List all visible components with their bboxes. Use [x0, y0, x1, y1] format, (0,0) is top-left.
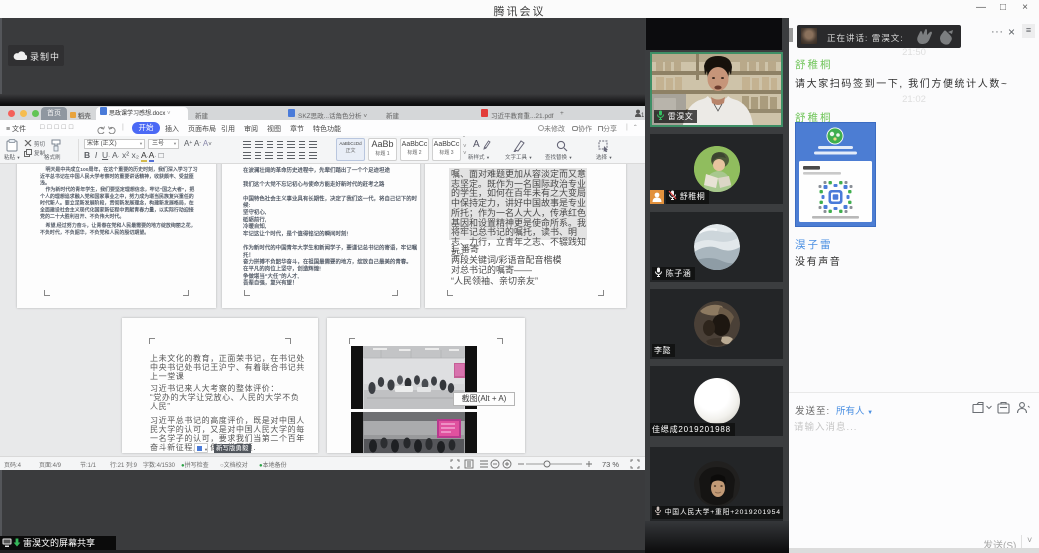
svg-text:1: 1 — [641, 113, 644, 118]
svg-text:73 %: 73 % — [602, 460, 619, 469]
